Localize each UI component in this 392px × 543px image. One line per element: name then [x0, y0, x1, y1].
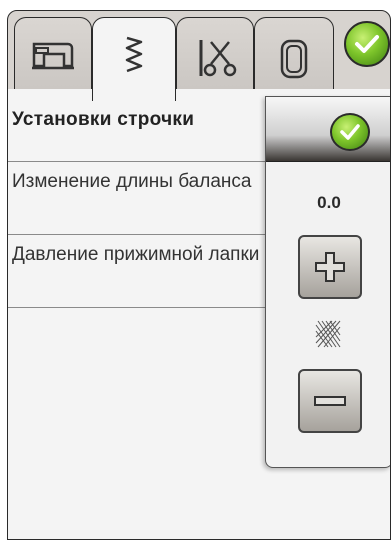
hoop-icon — [279, 38, 309, 85]
minus-icon — [314, 396, 346, 406]
tab-tools[interactable] — [176, 17, 254, 97]
value-readout: 0.0 — [317, 193, 341, 212]
stitch-density-icon — [314, 319, 342, 354]
plus-icon — [315, 252, 345, 282]
increase-button[interactable] — [298, 235, 362, 299]
check-icon — [344, 21, 390, 67]
decrease-button[interactable] — [298, 369, 362, 433]
popup-confirm-button[interactable] — [330, 113, 370, 151]
zigzag-stitch-icon — [119, 34, 149, 79]
tab-hoop[interactable] — [254, 17, 334, 97]
sewing-machine-icon — [30, 38, 76, 77]
tab-machine[interactable] — [14, 17, 92, 97]
tab-stitch[interactable] — [92, 17, 176, 101]
popup-header — [266, 97, 390, 162]
needle-scissors-icon — [193, 38, 237, 83]
adjust-popup: 0.0 — [265, 96, 390, 468]
app-window: Установки строчки Изменение длины баланс… — [7, 10, 391, 540]
confirm-button[interactable] — [340, 17, 390, 69]
